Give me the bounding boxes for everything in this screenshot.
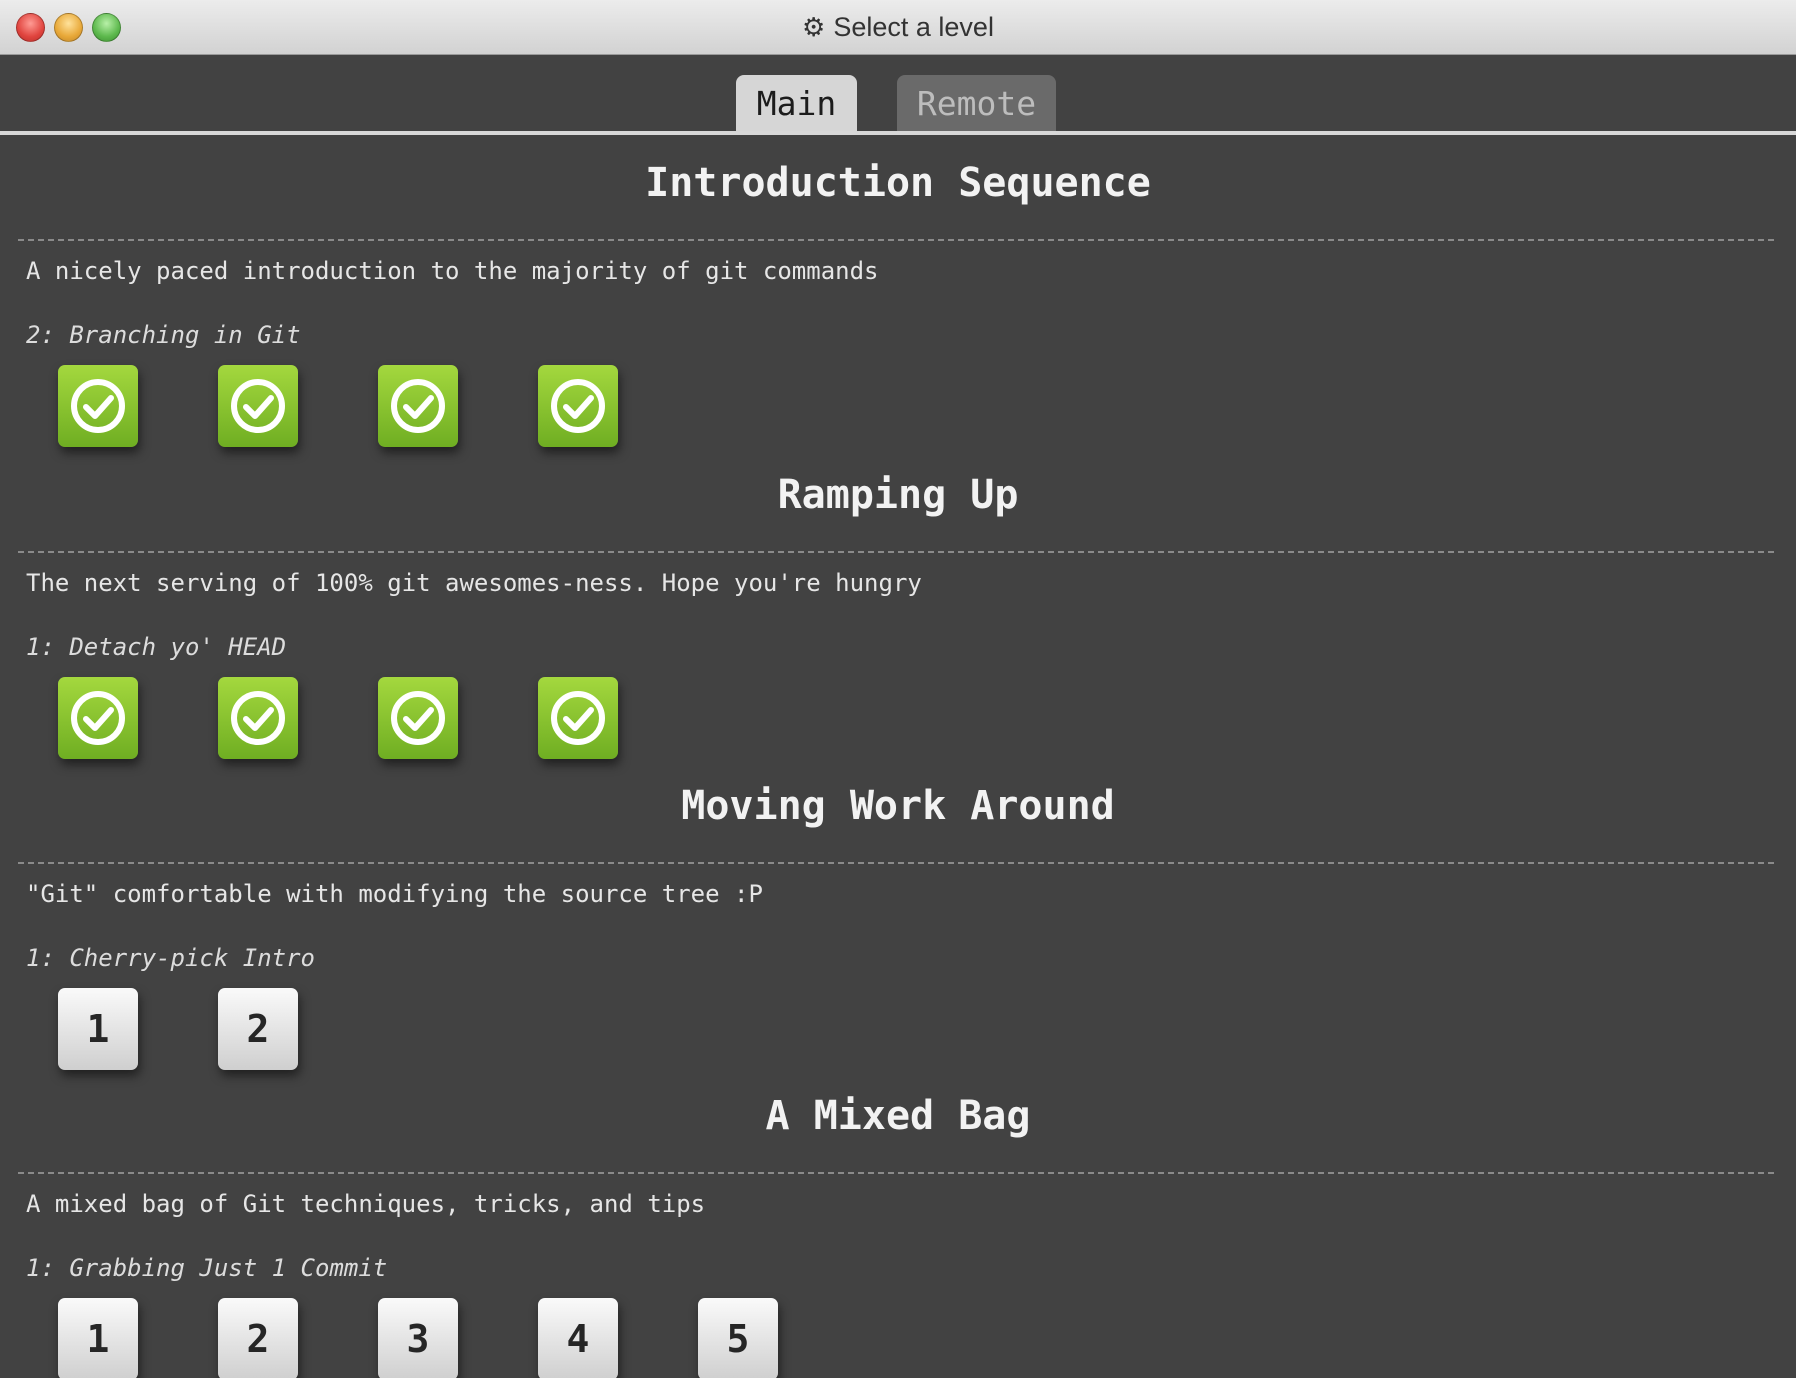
level-button-completed[interactable] [218,365,298,447]
window-controls [16,13,121,42]
window-titlebar: ⚙ Select a level [0,0,1796,55]
sequence-title: Moving Work Around [681,783,1115,829]
sequence-description: "Git" comfortable with modifying the sou… [26,880,763,908]
level-button-completed[interactable] [538,677,618,759]
sequence-divider [18,239,1774,241]
level-button-completed[interactable] [58,677,138,759]
zoom-window-button[interactable] [92,13,121,42]
level-button-5[interactable]: 5 [698,1298,778,1378]
sequence-title: A Mixed Bag [765,1093,1031,1139]
sequence-divider [18,862,1774,864]
sequence-title: Ramping Up [777,472,1019,518]
level-button-1[interactable]: 1 [58,988,138,1070]
level-button-completed[interactable] [58,365,138,447]
sequence-description: The next serving of 100% git awesomes-ne… [26,569,922,597]
close-window-button[interactable] [16,13,45,42]
checkmark-icon [391,379,445,433]
tab-bar: Main Remote [0,55,1796,135]
level-button-2[interactable]: 2 [218,988,298,1070]
level-list: Introduction Sequence A nicely paced int… [0,135,1796,1378]
minimize-window-button[interactable] [54,13,83,42]
checkmark-icon [231,691,285,745]
sequence-divider [18,1172,1774,1174]
current-level-name: 1: Detach yo' HEAD [26,633,287,661]
current-level-name: 1: Cherry-pick Intro [26,944,315,972]
level-button-4[interactable]: 4 [538,1298,618,1378]
sequence-description: A nicely paced introduction to the major… [26,257,879,285]
sequence-divider [18,551,1774,553]
level-button-3[interactable]: 3 [378,1298,458,1378]
level-button-1[interactable]: 1 [58,1298,138,1378]
checkmark-icon [551,691,605,745]
level-button-2[interactable]: 2 [218,1298,298,1378]
level-button-completed[interactable] [378,365,458,447]
sequence-title: Introduction Sequence [645,160,1151,206]
checkmark-icon [391,691,445,745]
sequence-description: A mixed bag of Git techniques, tricks, a… [26,1190,706,1218]
gear-icon: ⚙ [802,11,826,42]
level-button-completed[interactable] [218,677,298,759]
checkmark-icon [231,379,285,433]
tab-remote[interactable]: Remote [897,75,1056,131]
current-level-name: 2: Branching in Git [26,321,301,349]
current-level-name: 1: Grabbing Just 1 Commit [26,1254,388,1282]
checkmark-icon [71,691,125,745]
checkmark-icon [551,379,605,433]
tab-main[interactable]: Main [736,75,857,131]
window-title-group: ⚙ Select a level [802,12,994,43]
level-button-completed[interactable] [378,677,458,759]
window-title: Select a level [833,11,994,42]
checkmark-icon [71,379,125,433]
level-button-completed[interactable] [538,365,618,447]
